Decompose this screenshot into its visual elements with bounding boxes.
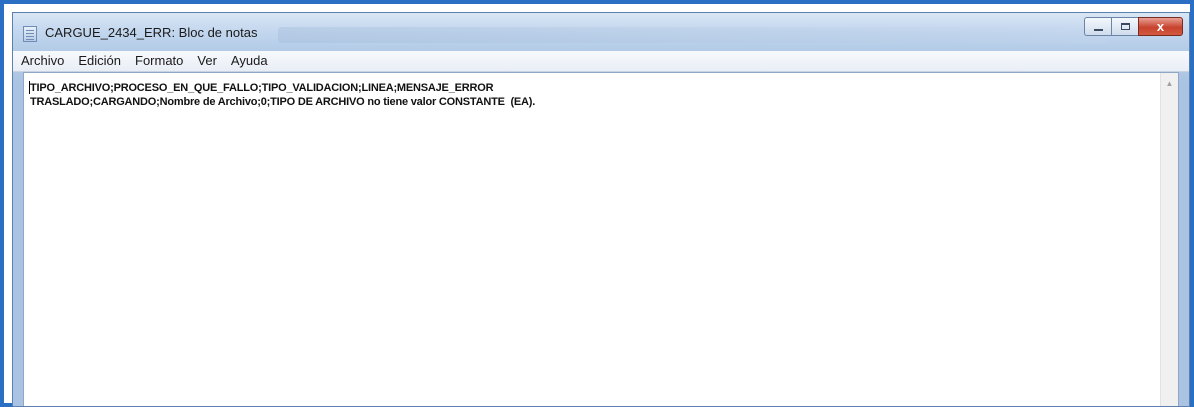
text-editor[interactable]: TIPO_ARCHIVO;PROCESO_EN_QUE_FALLO;TIPO_V… bbox=[23, 72, 1179, 406]
document-line-header: TIPO_ARCHIVO;PROCESO_EN_QUE_FALLO;TIPO_V… bbox=[30, 82, 494, 94]
close-icon: x bbox=[1156, 19, 1165, 34]
close-button[interactable]: x bbox=[1138, 17, 1183, 36]
screenshot-frame: CARGUE_2434_ERR: Bloc de notas x Archivo… bbox=[0, 0, 1194, 407]
window-title: CARGUE_2434_ERR: Bloc de notas bbox=[45, 25, 258, 40]
menu-edicion[interactable]: Edición bbox=[71, 51, 128, 71]
background-address-bar bbox=[278, 27, 1108, 43]
menu-bar: Archivo Edición Formato Ver Ayuda bbox=[13, 51, 1189, 72]
maximize-icon bbox=[1120, 23, 1130, 30]
caption-buttons: x bbox=[1084, 17, 1183, 37]
notepad-window: CARGUE_2434_ERR: Bloc de notas x Archivo… bbox=[12, 12, 1190, 407]
document-text[interactable]: TIPO_ARCHIVO;PROCESO_EN_QUE_FALLO;TIPO_V… bbox=[30, 81, 1154, 109]
menu-formato[interactable]: Formato bbox=[128, 51, 190, 71]
menu-ver[interactable]: Ver bbox=[190, 51, 224, 71]
menu-archivo[interactable]: Archivo bbox=[13, 51, 71, 71]
title-bar[interactable]: CARGUE_2434_ERR: Bloc de notas x bbox=[13, 13, 1189, 51]
minimize-icon bbox=[1093, 28, 1103, 31]
minimize-button[interactable] bbox=[1084, 17, 1111, 36]
scroll-up-arrow-icon[interactable]: ▲ bbox=[1161, 75, 1178, 92]
menu-ayuda[interactable]: Ayuda bbox=[224, 51, 275, 71]
document-line-error: TRASLADO;CARGANDO;Nombre de Archivo;0;TI… bbox=[30, 96, 536, 108]
maximize-button[interactable] bbox=[1111, 17, 1138, 36]
notepad-icon[interactable] bbox=[23, 26, 37, 42]
vertical-scrollbar[interactable]: ▲ bbox=[1160, 73, 1178, 406]
